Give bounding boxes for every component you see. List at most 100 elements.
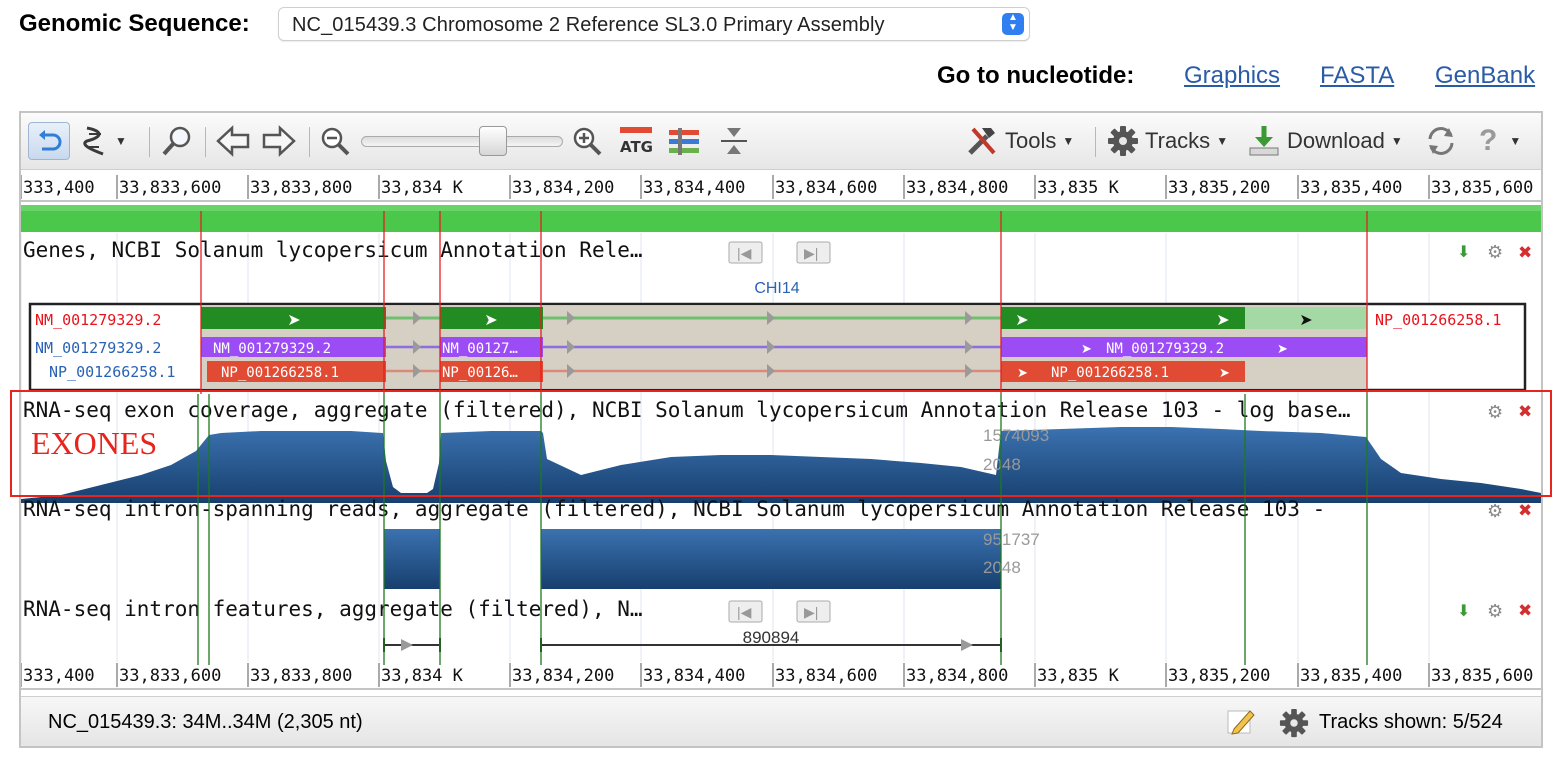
arrow-left-icon [216, 125, 250, 157]
ruler-tick-label: 33,834,200 [512, 178, 614, 198]
intron-track-nav-prev[interactable]: |◀ [728, 600, 763, 623]
intron-settings-icon[interactable]: ⚙ [1487, 601, 1503, 621]
ruler-tick-label: 33,834,600 [775, 666, 877, 686]
ruler-tick-label: 33,834,400 [643, 666, 745, 686]
gene-row-3-feature-3: NP_001266258.1 [1051, 365, 1169, 381]
intron-close-icon[interactable]: ✖ [1518, 601, 1532, 620]
ruler-tick-label: 33,833,600 [119, 666, 221, 686]
tools-menu-button[interactable]: Tools ▼ [965, 123, 1074, 159]
track-nav-prev[interactable]: |◀ [728, 241, 763, 264]
find-button[interactable] [161, 123, 193, 159]
intron-reads-controls: ⚙ ✖ [1487, 501, 1532, 521]
intron-reads-settings-icon[interactable]: ⚙ [1487, 501, 1503, 521]
svg-text:➤: ➤ [1299, 312, 1312, 329]
intron-features-track: RNA-seq intron features, aggregate (filt… [23, 597, 1002, 652]
intron-download-icon[interactable]: ⬇ [1457, 603, 1470, 620]
genomic-sequence-select[interactable]: NC_015439.3 Chromosome 2 Reference SL3.0… [278, 7, 1030, 41]
ruler-tick-label: 33,834,600 [775, 178, 877, 198]
track-download-icon[interactable]: ⬇ [1457, 244, 1470, 261]
svg-text:➤: ➤ [1216, 312, 1229, 329]
intron-reads-bar-1 [384, 529, 440, 589]
svg-text:➤: ➤ [287, 312, 300, 329]
svg-text:|◀: |◀ [737, 245, 752, 261]
zoom-in-button[interactable] [571, 123, 603, 159]
svg-text:ATG: ATG [620, 138, 653, 156]
pan-left-button[interactable] [215, 123, 251, 159]
svg-text:➤: ➤ [1277, 341, 1288, 356]
sequence-menu-button[interactable]: ▼ [81, 123, 127, 159]
ruler-top: 333,400 33,833,600 33,833,800 33,834 K 33,83… [21, 175, 1541, 202]
intron-spanning-title: RNA-seq intron-spanning reads, aggregate… [23, 497, 1325, 521]
undo-button[interactable] [28, 122, 70, 160]
sequence-range: NC_015439.3: 34M..34M (2,305 nt) [48, 711, 363, 733]
svg-text:▶|: ▶| [804, 245, 818, 261]
intron-reads-close-icon[interactable]: ✖ [1518, 501, 1532, 520]
tracks-compare-icon [669, 128, 699, 155]
zoom-out-button[interactable] [319, 123, 351, 159]
svg-text:|◀: |◀ [737, 604, 752, 620]
intron-track-nav-next[interactable]: ▶| [796, 600, 831, 623]
download-menu-button[interactable]: Download ▼ [1247, 123, 1403, 159]
download-label: Download [1287, 128, 1385, 153]
graphics-link[interactable]: Graphics [1184, 62, 1280, 90]
collapse-button[interactable] [719, 123, 749, 159]
ruler-tick-label: 33,834,400 [643, 178, 745, 198]
zoom-slider[interactable] [361, 123, 563, 159]
zoom-out-icon [321, 127, 350, 156]
undo-icon [39, 130, 62, 151]
collapse-icon [721, 128, 747, 154]
ruler-tick-label: 33,834,200 [512, 666, 614, 686]
sequence-atg-icon: ATG [620, 127, 653, 156]
edit-icon[interactable] [1226, 707, 1256, 742]
tools-icon [968, 127, 996, 155]
tracks-shown-status: Tracks shown: 5/524 [1319, 711, 1503, 733]
fasta-link[interactable]: FASTA [1320, 62, 1394, 90]
ruler-tick-label: 33,835,400 [1300, 178, 1402, 198]
gear-icon [1108, 126, 1138, 156]
refresh-button[interactable] [1425, 123, 1457, 159]
genbank-link[interactable]: GenBank [1435, 62, 1535, 90]
ruler-tick-label: 33,835,600 [1431, 666, 1533, 686]
intron-features-controls: ⬇ ⚙ ✖ [1457, 601, 1532, 621]
svg-text:➤: ➤ [1015, 312, 1028, 329]
pan-right-button[interactable] [261, 123, 297, 159]
ruler-tick-label: 33,835 K [1037, 178, 1120, 198]
gene-row-2-feature-1: NM_001279329.2 [213, 341, 331, 357]
ruler-tick-label: 333,400 [23, 178, 95, 198]
zoom-slider-thumb[interactable] [479, 126, 507, 156]
genomic-sequence-label: Genomic Sequence: [19, 10, 250, 37]
go-to-nucleotide-label: Go to nucleotide: [937, 62, 1135, 89]
tracks-label: Tracks [1145, 128, 1211, 153]
compare-tracks-button[interactable] [667, 123, 701, 159]
svg-text:▶|: ▶| [804, 604, 818, 620]
ruler-tick-label: 33,833,800 [250, 666, 352, 686]
status-gear-icon[interactable] [1279, 708, 1309, 743]
intron-reads-mid: 2048 [983, 558, 1021, 577]
ruler-tick-label: 33,834 K [381, 178, 464, 198]
zoom-to-sequence-button[interactable]: ATG [619, 123, 653, 159]
gene-row-3-feature-1: NP_001266258.1 [221, 365, 339, 381]
exones-highlight-box [10, 390, 1552, 497]
ruler-tick-label: 33,834,800 [906, 178, 1008, 198]
download-icon [1249, 126, 1279, 156]
tracks-menu-button[interactable]: Tracks ▼ [1107, 123, 1228, 159]
svg-text:➤: ➤ [1017, 365, 1028, 380]
exones-annotation-label: EXONES [31, 425, 158, 461]
tools-label: Tools [1005, 128, 1057, 153]
intron-reads-bar-2 [541, 529, 1001, 589]
track-nav-next[interactable]: ▶| [796, 241, 831, 264]
ruler-tick-label: 33,833,800 [250, 178, 352, 198]
ruler-bottom: 333,400 33,833,600 33,833,800 33,834 K 33,83… [21, 663, 1541, 690]
ruler-tick-label: 33,834,800 [906, 666, 1008, 686]
ruler-tick-label: 33,835,600 [1431, 178, 1533, 198]
track-settings-icon[interactable]: ⚙ [1487, 242, 1503, 262]
track-close-icon[interactable]: ✖ [1518, 243, 1532, 262]
arrow-right-icon [262, 125, 296, 157]
gene-row-2-feature-2: NM_00127… [442, 341, 518, 357]
genes-track-title: Genes, NCBI Solanum lycopersicum Annotat… [23, 238, 643, 262]
help-menu-button[interactable]: ? ▼ [1479, 123, 1521, 159]
ruler-tick-label: 33,835,200 [1168, 666, 1270, 686]
intron-spanning-track: RNA-seq intron-spanning reads, aggregate… [23, 497, 1325, 589]
genomic-sequence-value: NC_015439.3 Chromosome 2 Reference SL3.0… [292, 14, 885, 36]
genes-track-controls: ⬇ ⚙ ✖ [1457, 242, 1532, 262]
